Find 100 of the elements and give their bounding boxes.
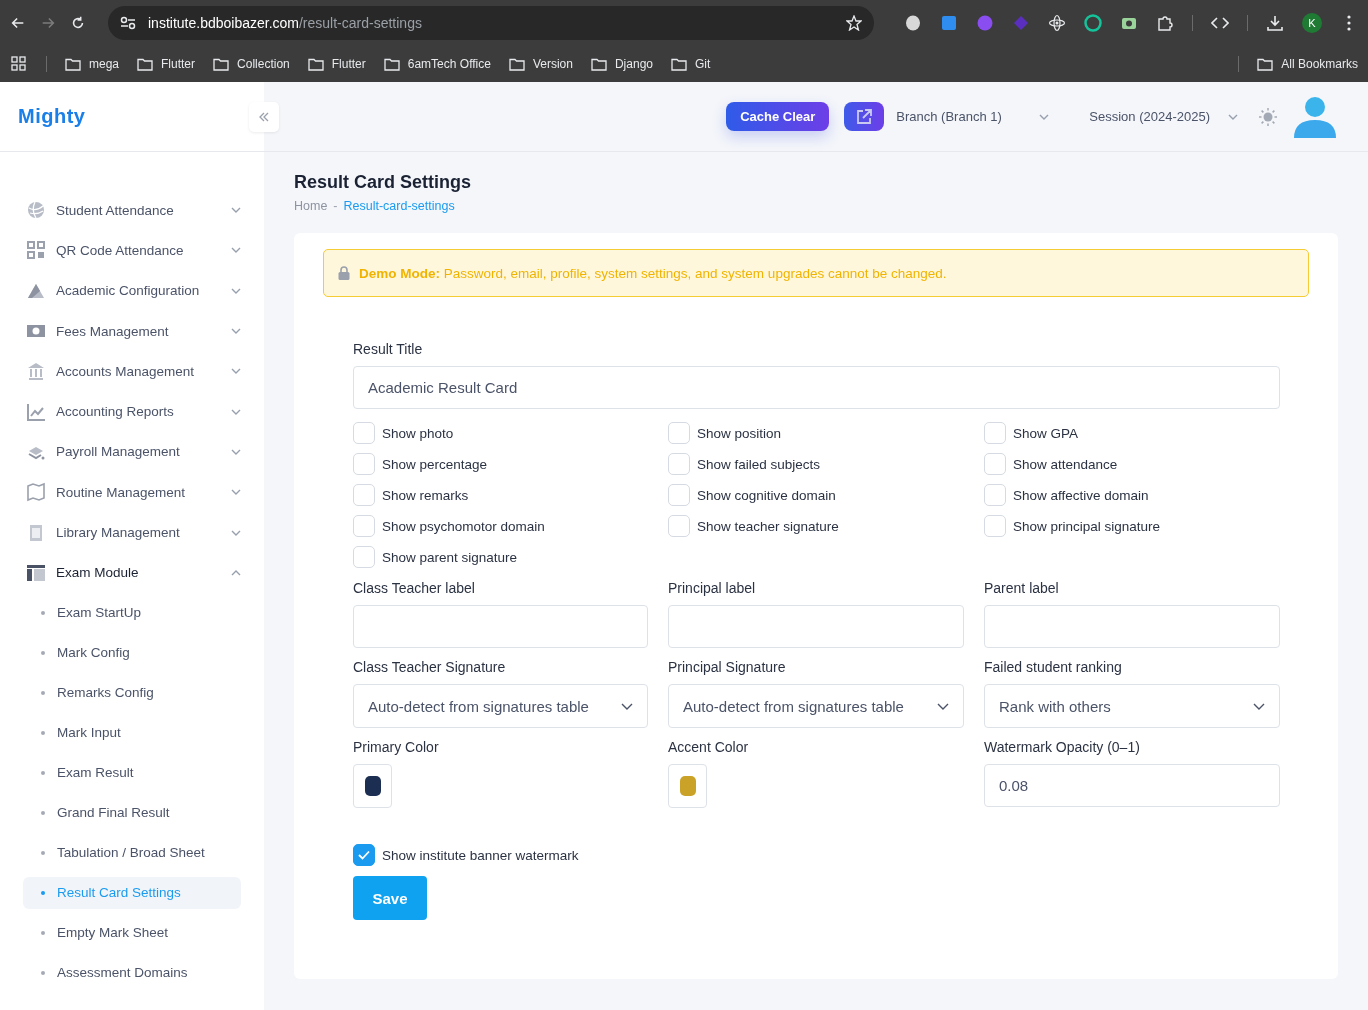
chevron-down-icon [231,368,241,375]
folder-icon [213,57,230,71]
atom-icon[interactable] [1048,14,1066,32]
star-icon[interactable] [846,15,862,31]
checkbox-label: Show affective domain [1013,487,1149,503]
chevron-down-icon [1228,113,1238,120]
layout-icon [26,562,46,583]
color-picker[interactable] [668,764,707,808]
chevron-down-icon [231,328,241,335]
field-label: Accent Color [668,739,750,755]
checkbox-label: Show position [697,425,782,441]
address-bar[interactable]: institute.bdboibazer.com/result-card-settings [108,6,874,40]
extension-icon[interactable] [1084,14,1102,32]
cache-clear-button[interactable]: Cache Clear [726,102,830,131]
text-field[interactable]: 0.08 [984,764,1280,807]
folder-icon [590,57,607,71]
site-settings-icon[interactable] [120,16,136,30]
sidebar-subitem[interactable]: Tabulation / Broad Sheet [23,836,241,869]
field-label: Primary Color [353,739,440,755]
bookmark[interactable]: 6amTech Office [383,57,491,71]
profile-avatar[interactable]: K [1302,13,1322,33]
bookmark[interactable]: Collection [213,57,290,71]
sidebar-item[interactable]: Academic Configuration [23,270,241,311]
checkbox-label: Show attendance [1013,456,1118,472]
qr-code-icon [26,240,46,261]
text-field[interactable] [668,605,964,648]
sidebar-item[interactable]: Fees Management [23,310,241,352]
select-field[interactable]: Auto-detect from signatures table [668,684,964,728]
sidebar-subitem[interactable]: Grand Final Result [23,796,241,829]
text-field[interactable] [353,605,648,648]
sidebar-item[interactable]: Student Attendance [23,190,241,231]
field-label: Principal label [668,580,757,596]
checkbox-label: Show teacher signature [697,518,839,534]
sidebar-subitem[interactable]: Exam Result [23,756,241,789]
globe-icon [26,200,46,221]
checkbox-label: Show cognitive domain [697,487,836,503]
checkbox[interactable] [353,844,375,866]
sidebar-subitem[interactable]: Assessment Domains [23,956,241,989]
checkbox-label: Show GPA [1013,425,1079,441]
external-link-button[interactable] [844,102,885,131]
field-label: Watermark Opacity (0–1) [984,739,1141,755]
field-label: Failed student ranking [984,659,1123,675]
bank-icon [26,361,46,382]
sidebar-subitem[interactable]: Exam StartUp [23,596,241,629]
collapse-button[interactable] [249,101,279,132]
sidebar-item[interactable]: QR Code Attendance [23,230,241,271]
bookmark[interactable]: Django [590,57,653,71]
sidebar-item[interactable]: Library Management [23,512,241,553]
session-dropdown[interactable]: Session (2024-2025) [1083,98,1244,135]
sidebar-subitem[interactable]: Mark Config [23,636,241,669]
download-icon[interactable] [1266,14,1284,32]
alert-text: Demo Mode: Password, email, profile, system settings, and system upgrades cannot be changed. [359,265,947,281]
extension-icon[interactable] [976,14,994,32]
field-label: Class Teacher label [353,580,476,596]
bookmark[interactable]: mega [65,57,120,71]
logo[interactable]: Mighty [18,105,86,128]
chevron-down-icon [1253,702,1265,710]
bookmark[interactable]: Version [508,57,573,71]
folder-icon [307,57,324,71]
apps-grid-icon[interactable] [10,55,28,73]
chevron-down-icon [231,207,241,214]
text-field[interactable] [984,605,1280,648]
checkmark-icon [358,850,370,860]
sun-icon[interactable] [1258,106,1278,127]
checkbox-label: Show remarks [382,487,469,503]
puzzle-icon[interactable] [1156,14,1174,32]
map-icon [26,482,46,503]
chevron-down-icon [937,702,949,710]
field-label: Principal Signature [668,659,787,675]
bookmark[interactable]: Flutter [137,57,196,71]
checkbox-label: Show psychomotor domain [382,518,545,534]
folder-icon [137,57,154,71]
sidebar-item[interactable]: Exam Module [23,552,241,593]
chevron-down-icon [231,448,241,455]
select-field[interactable]: Rank with others [984,684,1280,728]
branch-dropdown[interactable]: Branch (Branch 1) [884,98,1060,135]
all-bookmarks[interactable]: All Bookmarks [1257,57,1358,71]
bookmark[interactable]: Flutter [307,57,366,71]
sidebar-item[interactable]: Routine Management [23,472,241,513]
sidebar-item[interactable]: Payroll Management [23,431,241,473]
sidebar-item[interactable]: Accounts Management [23,351,241,392]
folder-icon [508,57,525,71]
checkbox-label: Show institute banner watermark [382,847,579,863]
folder-icon [671,57,687,71]
chevron-up-icon [231,569,241,576]
extension-icon[interactable] [940,14,958,32]
sidebar-subitem[interactable]: Empty Mark Sheet [23,916,241,949]
result-title-field[interactable]: Academic Result Card [353,366,1280,409]
select-field[interactable]: Auto-detect from signatures table [353,684,648,728]
external-link-icon [855,107,874,126]
folder-icon [65,57,81,71]
bookmark[interactable]: Git [671,57,711,71]
field-label: Class Teacher Signature [353,659,507,675]
color-picker[interactable] [353,764,392,808]
sidebar-subitem[interactable]: Mark Input [23,716,241,749]
checkbox-label: Show failed subjects [697,456,821,472]
sidebar-item[interactable]: Accounting Reports [23,391,241,432]
checkbox-label: Show principal signature [1013,518,1161,534]
sidebar-subitem[interactable]: Remarks Config [23,676,241,709]
user-avatar-icon[interactable] [1292,95,1338,138]
